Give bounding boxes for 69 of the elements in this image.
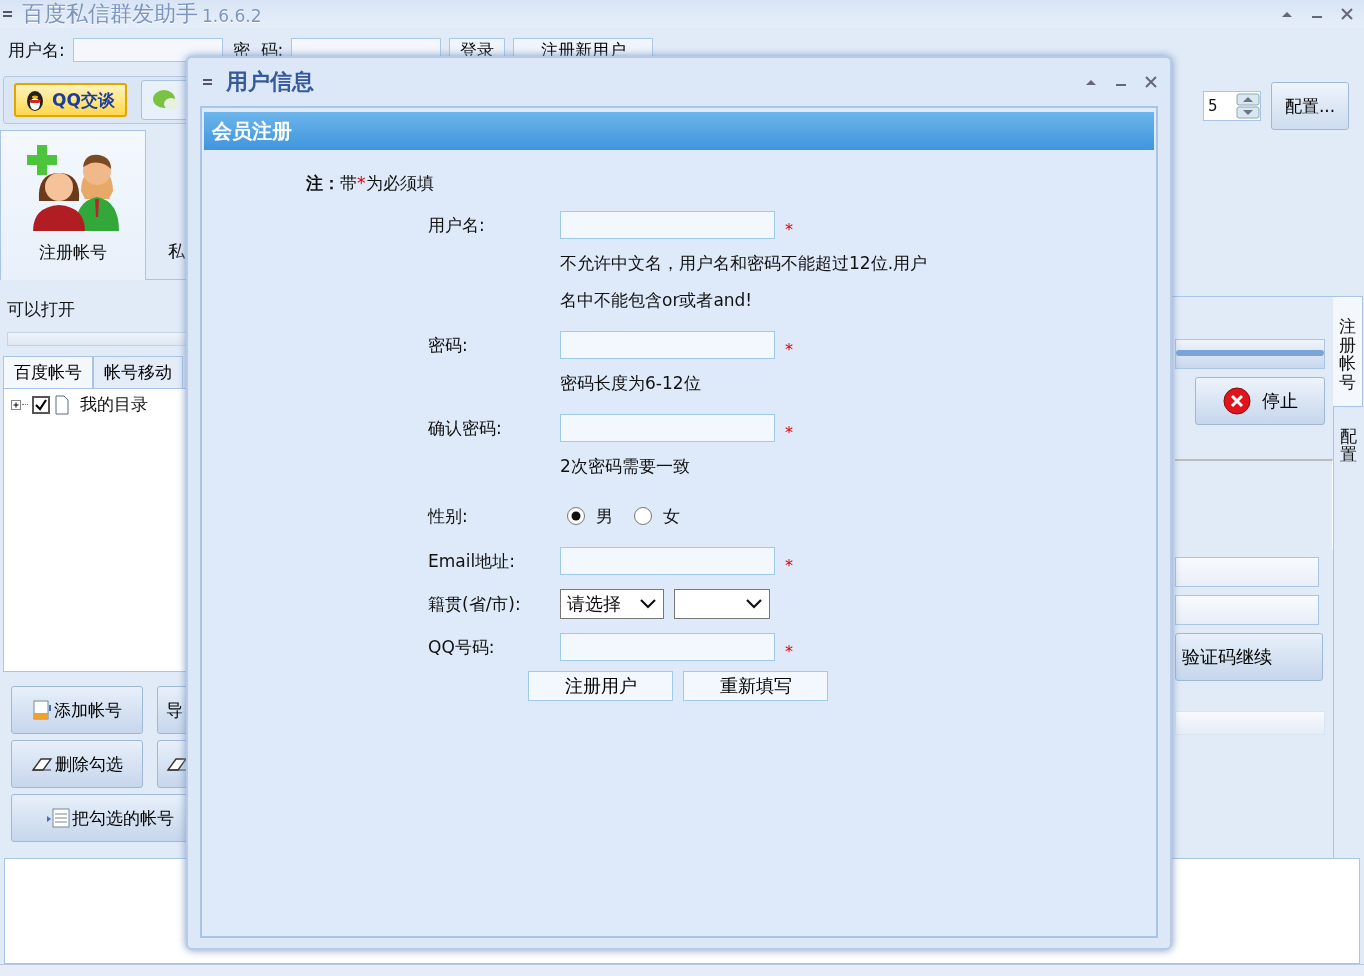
menu-icon[interactable] (202, 77, 214, 87)
action-button[interactable]: 删除勾选 (11, 740, 143, 788)
nav-tab[interactable]: 注册帐号 (0, 130, 146, 280)
form-button[interactable]: 重新填写 (683, 671, 828, 701)
expand-icon[interactable] (10, 398, 22, 411)
document-icon (54, 394, 70, 415)
radio-button[interactable] (633, 506, 653, 526)
stop-button[interactable]: 停止 (1195, 377, 1325, 425)
eraser-icon (31, 755, 53, 773)
close-icon[interactable] (1144, 76, 1158, 88)
input-field[interactable] (560, 331, 775, 359)
continue-button[interactable]: 验证码继续 (1175, 633, 1323, 681)
field-label: 确认密码: (428, 416, 503, 440)
field-label: 籍贯(省/市): (428, 592, 522, 616)
input-field[interactable] (560, 633, 775, 661)
chevron-down-icon (639, 598, 657, 610)
status-text: 可以打开 (7, 298, 76, 321)
side-tab[interactable]: 注册帐号 (1333, 296, 1363, 407)
menu-icon[interactable] (2, 9, 14, 19)
window-title: 百度私信群发助手 (22, 0, 198, 28)
input-field[interactable] (560, 211, 775, 239)
city-dropdown[interactable] (674, 589, 770, 619)
chevron-down-icon (745, 598, 763, 610)
input-field[interactable] (560, 414, 775, 442)
eraser-icon (166, 755, 188, 773)
version-text: 1.6.6.2 (202, 6, 262, 26)
required-note: 注：带*为必须填 (306, 172, 435, 195)
close-icon[interactable] (1340, 8, 1354, 20)
input-field[interactable] (1175, 557, 1319, 587)
field-label: Email地址: (428, 549, 516, 573)
required-mark: * (785, 219, 793, 239)
username-field[interactable] (72, 38, 223, 62)
field-label: 用户名: (428, 213, 486, 237)
required-mark: * (785, 555, 793, 575)
account-tab[interactable]: 百度帐号 (3, 356, 93, 388)
radio-button[interactable] (566, 506, 586, 526)
form-button[interactable]: 注册用户 (528, 671, 673, 701)
chat-bubble-icon (151, 88, 178, 112)
field-label: 性别: (428, 504, 469, 528)
input-field[interactable] (1175, 711, 1325, 735)
error-icon (1222, 386, 1252, 416)
input-field[interactable] (1175, 595, 1319, 625)
required-mark: * (785, 339, 793, 359)
username-label: 用户名: (8, 38, 65, 62)
move-list-icon (46, 807, 70, 829)
hint-text: 2次密码需要一致 (560, 455, 691, 478)
field-label: QQ号码: (428, 635, 496, 659)
hint-text: 不允许中文名，用户名和密码不能超过12位.用户名中不能包含or或者and! (560, 252, 929, 312)
section-header: 会员注册 (204, 112, 1154, 150)
side-tab[interactable]: 配置 (1334, 406, 1363, 479)
radio-label: 男 (596, 504, 613, 528)
checkbox[interactable] (32, 395, 50, 414)
required-mark: * (785, 641, 793, 661)
required-mark: * (785, 422, 793, 442)
province-dropdown[interactable]: 请选择 (560, 589, 664, 619)
input-field[interactable] (560, 547, 775, 575)
qq-chat-button[interactable]: QQ交谈 (14, 83, 127, 117)
account-tab[interactable]: 帐号移动 (93, 356, 183, 388)
hint-text: 密码长度为6-12位 (560, 372, 702, 395)
config-button[interactable]: 配置... (1271, 82, 1349, 130)
field-label: 密码: (428, 333, 469, 357)
dialog-title: 用户信息 (226, 68, 314, 96)
penguin-icon (24, 88, 46, 112)
add-list-icon (32, 699, 52, 721)
action-button[interactable]: 添加帐号 (11, 686, 143, 734)
radio-label: 女 (663, 504, 680, 528)
count-spinner[interactable]: 5 (1203, 91, 1261, 121)
spinner-arrows-icon[interactable] (1236, 93, 1260, 119)
tree-item[interactable]: 我的目录 (80, 393, 148, 416)
